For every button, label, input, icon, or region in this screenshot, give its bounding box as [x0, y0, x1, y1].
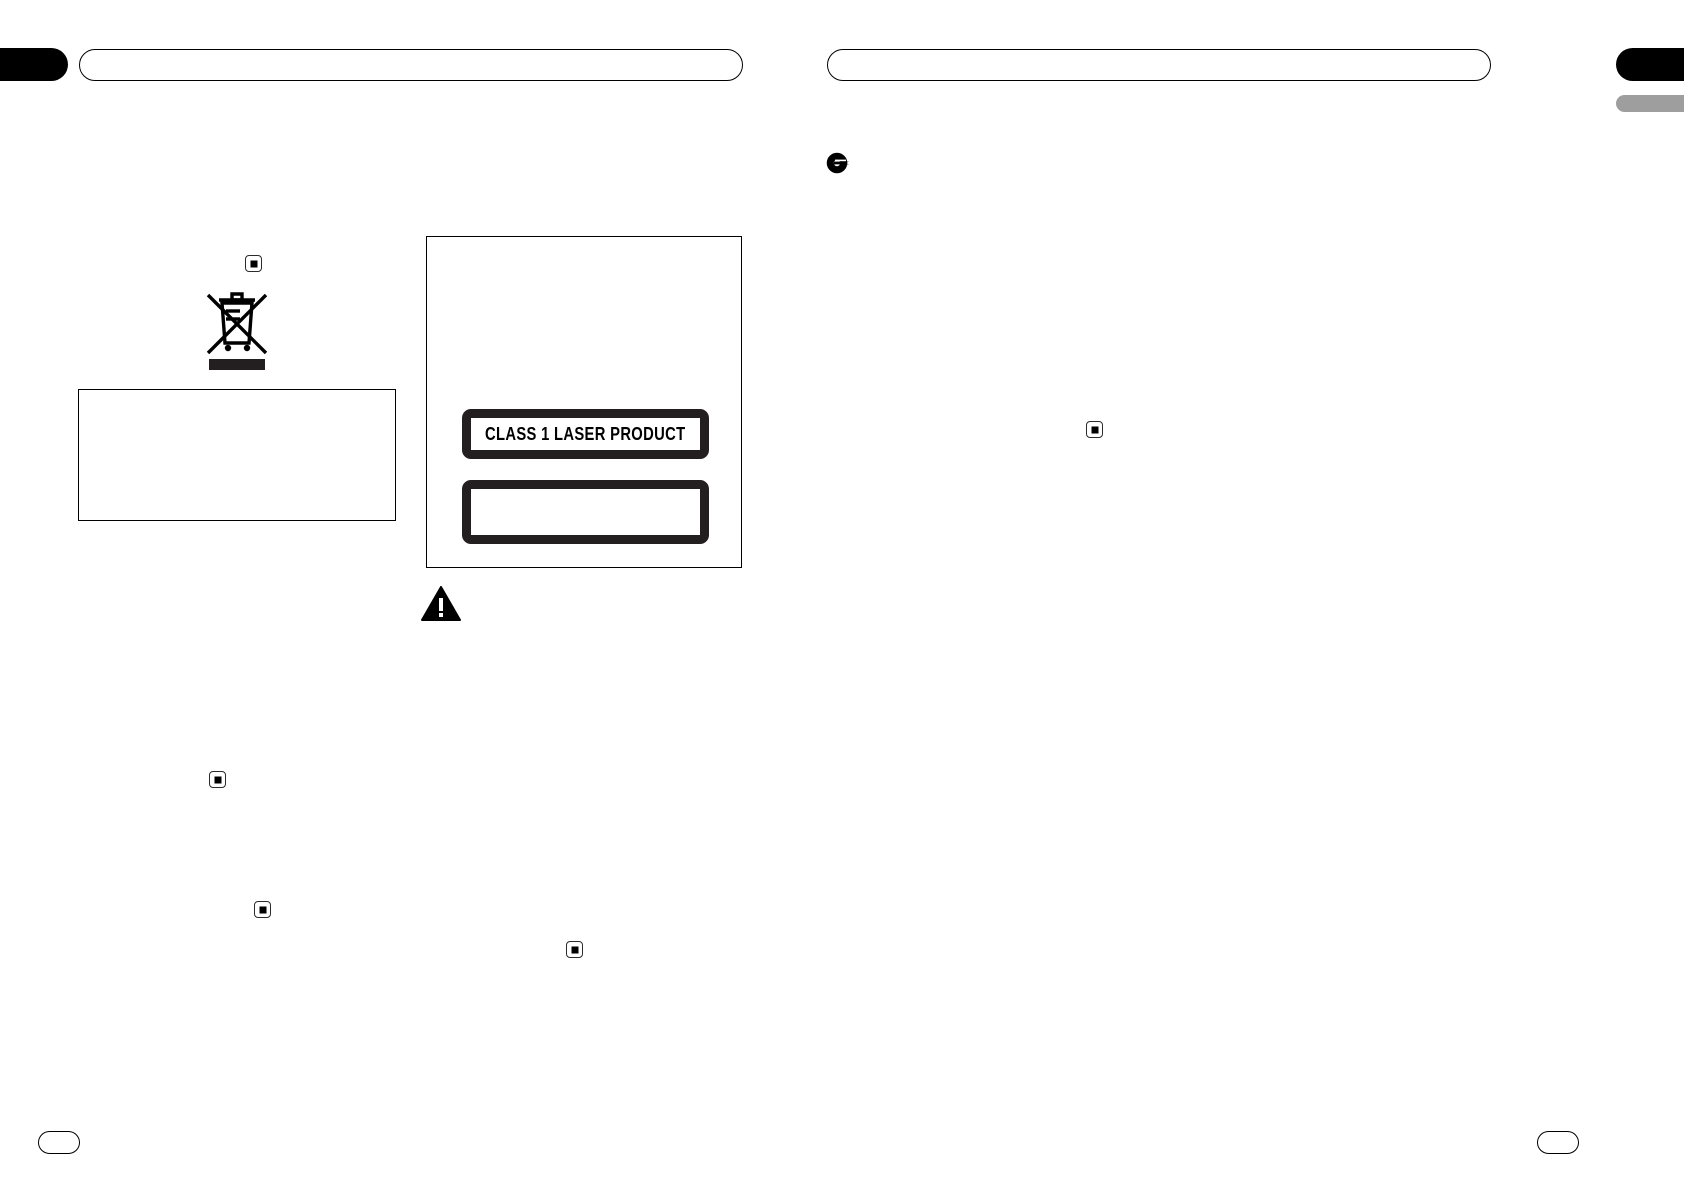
class-1-laser-product-label: CLASS 1 LASER PRODUCT: [462, 409, 709, 459]
square-bullet-icon-left-1: [209, 771, 226, 788]
header-tab-left: [0, 48, 68, 81]
square-bullet-icon-left-2: [254, 901, 271, 918]
header-tab-right-secondary: [1616, 95, 1684, 112]
warning-triangle-icon: [421, 586, 461, 622]
crossed-out-wheeled-bin-icon: [206, 281, 268, 371]
square-bullet-icon-left-3: [566, 941, 583, 958]
disc-eject-icon: [826, 150, 852, 176]
manual-page: CLASS 1 LASER PRODUCT: [0, 0, 1684, 1191]
section-title-bar-left: [79, 49, 743, 81]
class-1-laser-product-text: CLASS 1 LASER PRODUCT: [485, 423, 686, 444]
square-bullet-icon-weee: [245, 255, 262, 272]
note-box-text: [79, 390, 395, 410]
square-bullet-icon-right-1: [1086, 421, 1103, 438]
page-number-left: [38, 1131, 80, 1154]
laser-label-panel: CLASS 1 LASER PRODUCT: [426, 236, 742, 568]
page-number-right: [1537, 1131, 1579, 1154]
section-title-bar-right: [827, 49, 1491, 81]
header-tab-right: [1616, 48, 1684, 81]
note-box: [78, 389, 396, 521]
laser-caution-label: [462, 480, 709, 544]
